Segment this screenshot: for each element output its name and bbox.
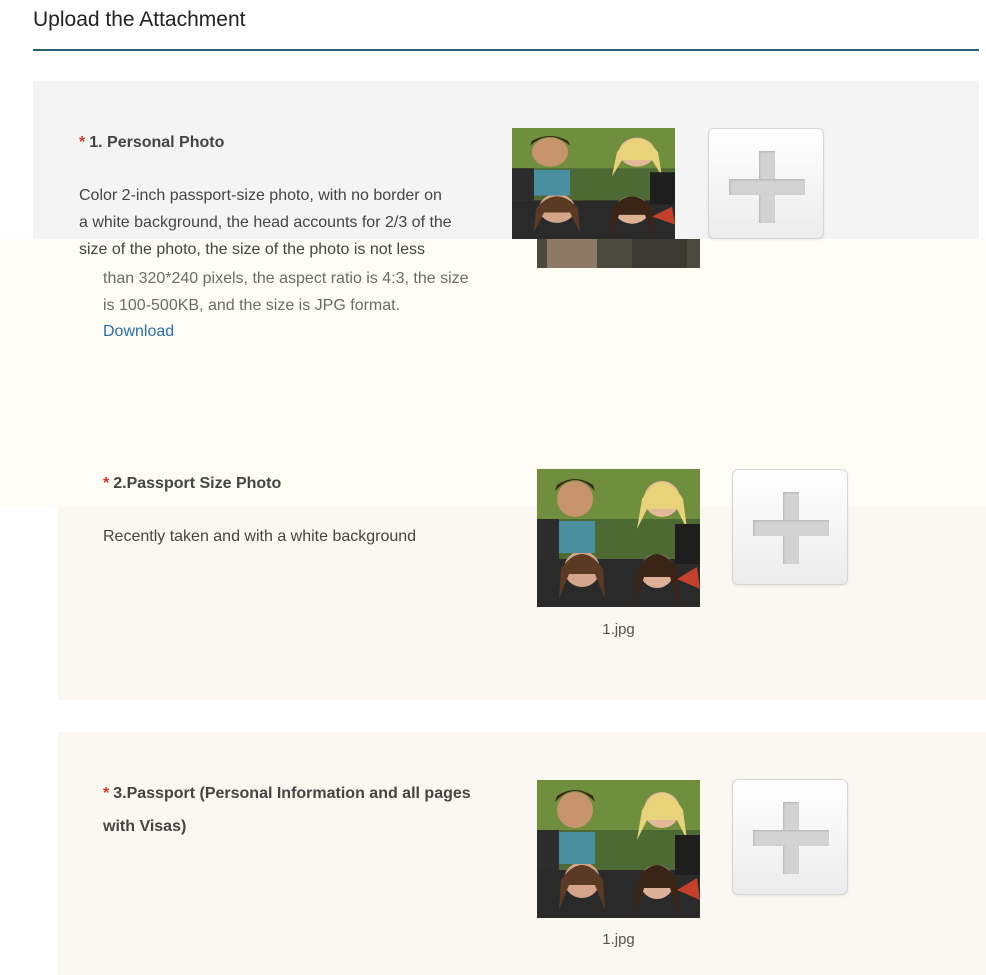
photo-thumbnail[interactable] [537,780,700,918]
description-line: is 100-500KB, and the size is JPG format… [103,297,401,314]
plus-icon-bar [753,520,829,536]
description-line: Color 2-inch passport-size photo, with n… [79,187,442,204]
section-3-title-line-2: with Visas) [103,818,187,835]
description-line: than 320*240 pixels, the aspect ratio is… [103,270,469,287]
photo-thumbnail[interactable] [537,469,700,607]
section-3-title-text: 3.Passport (Personal Information and all… [113,785,471,802]
photo-thumbnail-fragment [537,239,700,268]
photo-icon [537,780,700,918]
photo-thumbnail[interactable] [512,128,675,239]
section-2-title-text: 2.Passport Size Photo [113,475,282,492]
photo-icon [512,128,675,239]
required-mark: * [79,134,86,151]
add-photo-button[interactable] [732,779,848,895]
plus-icon-bar [729,179,805,195]
download-link[interactable]: Download [103,323,174,341]
section-2-title: * 2.Passport Size Photo [103,475,281,493]
page-title: Upload the Attachment [33,8,246,31]
section-2-description: Recently taken and with a white backgrou… [103,528,417,545]
file-name: 1.jpg [602,931,635,948]
required-mark: * [103,785,110,802]
photo-icon [537,469,700,607]
required-mark: * [103,475,110,492]
title-divider [33,49,979,51]
description-line: size of the photo, the size of the photo… [79,241,425,258]
section-3-title: * 3.Passport (Personal Information and al… [103,785,471,803]
add-photo-button[interactable] [708,128,824,239]
plus-icon-bar [753,830,829,846]
description-line: a white background, the head accounts fo… [79,214,452,231]
photo-icon [537,239,700,268]
add-photo-button[interactable] [732,469,848,585]
file-name: 1.jpg [602,621,635,638]
section-1-title-text: 1. Personal Photo [89,134,225,151]
section-1-title: * 1. Personal Photo [79,134,224,152]
